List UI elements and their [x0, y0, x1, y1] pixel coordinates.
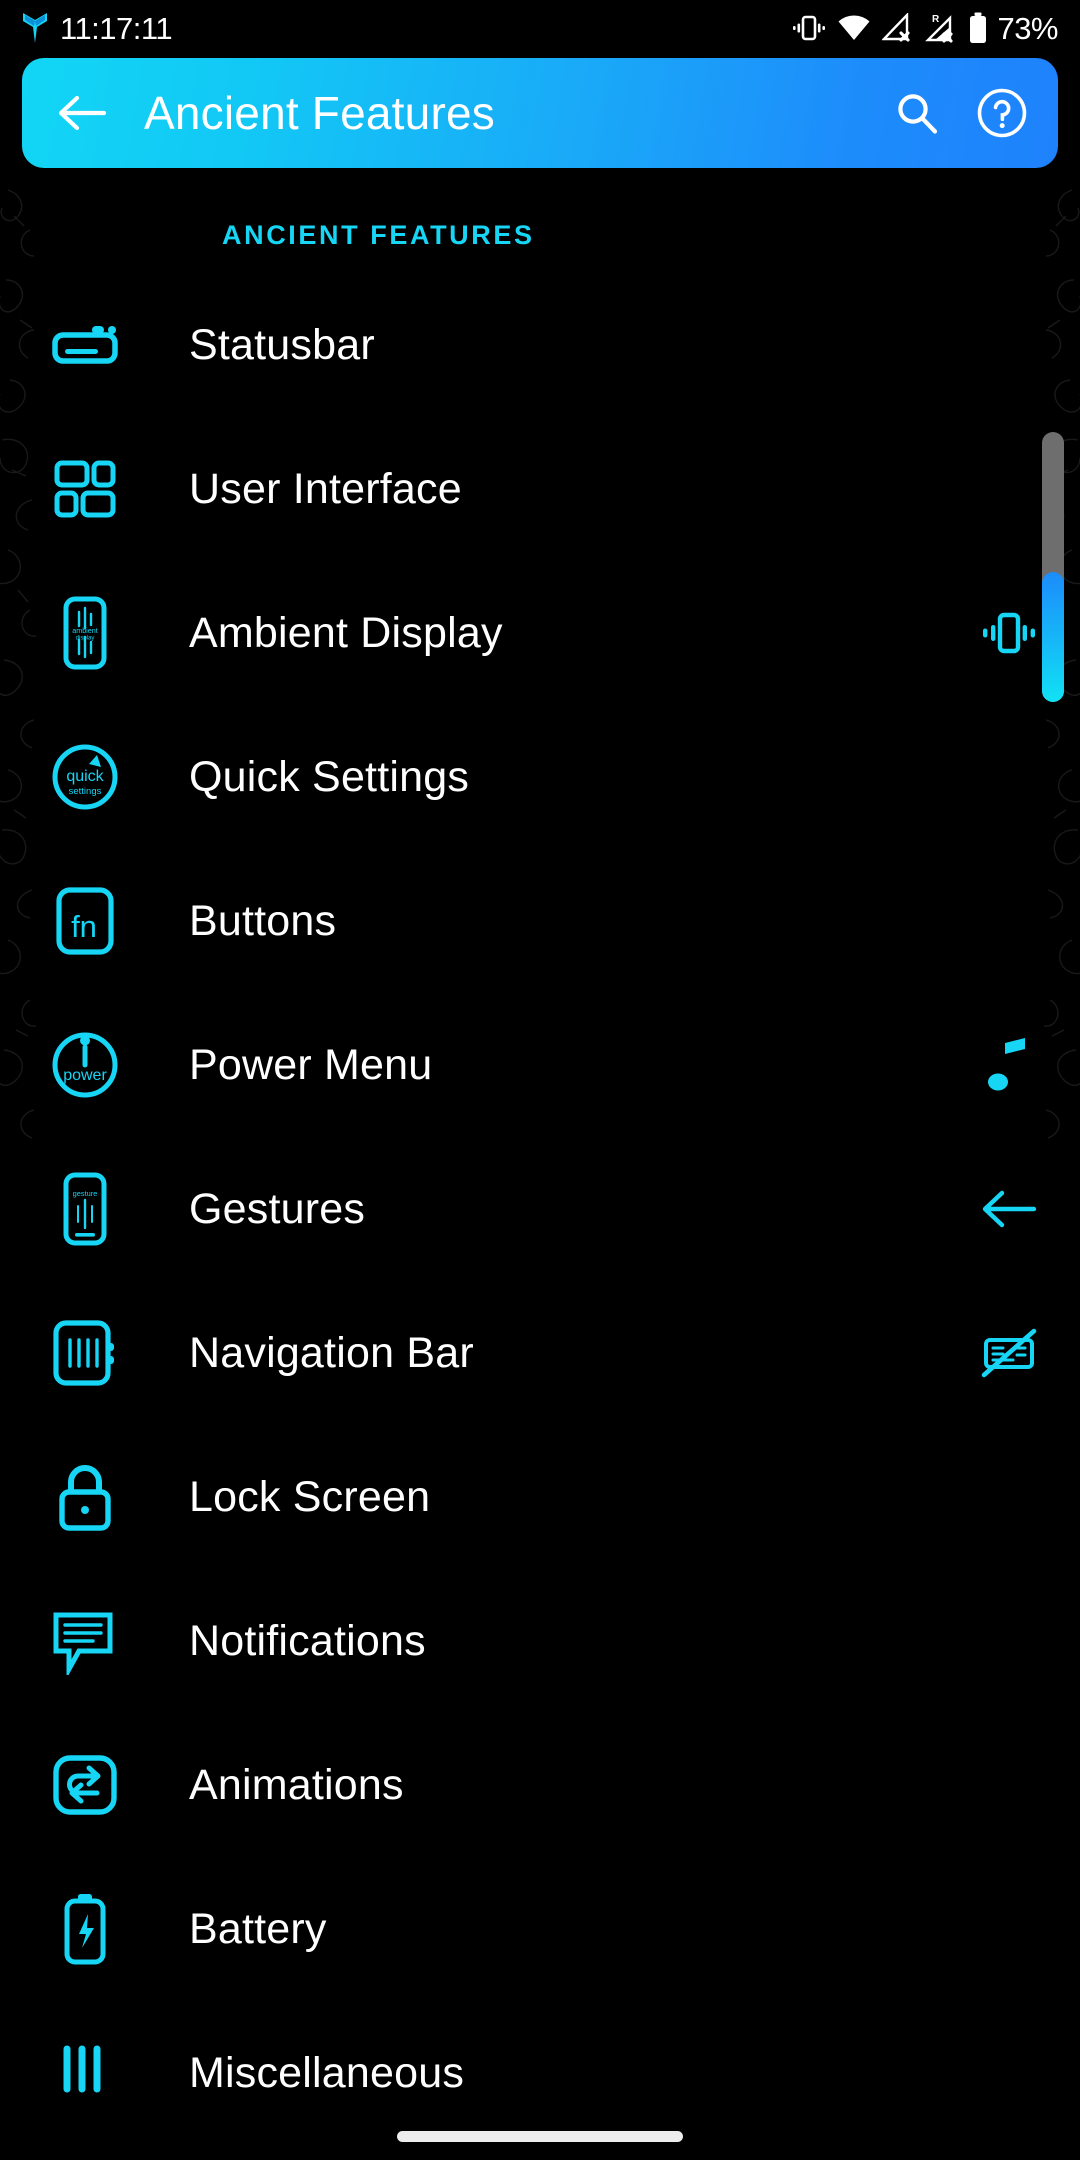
- list-item-label: Gestures: [189, 1184, 366, 1233]
- list-item-power-menu[interactable]: power Power Menu: [0, 993, 1080, 1137]
- svg-text:display: display: [76, 636, 95, 642]
- svg-text:R: R: [932, 14, 940, 25]
- notification-bubble-icon: [47, 1603, 123, 1679]
- svg-text:fn: fn: [71, 909, 97, 944]
- signal-no-service-icon: [882, 13, 911, 42]
- battery-icon: [970, 12, 987, 43]
- miscellaneous-icon: [47, 2035, 123, 2111]
- list-item-notifications[interactable]: Notifications: [0, 1569, 1080, 1713]
- back-arrow-icon: [58, 95, 107, 131]
- page-title: Ancient Features: [144, 87, 495, 139]
- phone-screen: 11:17:11 R 73% Ancient Features ANCIENT …: [0, 0, 1080, 2160]
- list-item-label: Miscellaneous: [189, 2048, 465, 2097]
- list-item-label: Ambient Display: [189, 608, 503, 657]
- ambient-display-icon: ambient display: [47, 595, 123, 671]
- app-logo-icon: [23, 13, 47, 43]
- music-note-icon: [988, 1038, 1025, 1091]
- list-item-navigation-bar[interactable]: Navigation Bar: [0, 1281, 1080, 1425]
- help-circle-icon: [977, 88, 1027, 138]
- list-item-gestures[interactable]: gesture Gestures: [0, 1137, 1080, 1281]
- section-header: ANCIENT FEATURES: [222, 220, 535, 250]
- vibrate-icon: [793, 15, 826, 41]
- list-item-label: User Interface: [189, 464, 462, 513]
- vertical-scrollbar[interactable]: [1042, 432, 1064, 702]
- battery-bolt-icon: [47, 1891, 123, 1967]
- scrollbar-thumb[interactable]: [1042, 572, 1064, 702]
- list-item-statusbar[interactable]: Statusbar: [0, 273, 1080, 417]
- gestures-icon: gesture: [47, 1171, 123, 1247]
- back-arrow-icon: [982, 1190, 1037, 1228]
- row-accessory-vibrate[interactable]: [978, 602, 1040, 664]
- search-button[interactable]: [894, 90, 940, 136]
- list-item-miscellaneous[interactable]: Miscellaneous: [0, 2001, 1080, 2145]
- list-item-user-interface[interactable]: User Interface: [0, 417, 1080, 561]
- settings-list: Statusbar User Interface ambient display…: [0, 273, 1080, 2145]
- svg-text:gesture: gesture: [73, 1189, 98, 1198]
- user-interface-icon: [47, 451, 123, 527]
- power-menu-icon: power: [47, 1027, 123, 1103]
- buttons-fn-key-icon: fn: [47, 883, 123, 959]
- wifi-icon: [838, 15, 870, 40]
- row-accessory-hide-keyboard[interactable]: [978, 1322, 1040, 1384]
- lock-icon: [47, 1459, 123, 1535]
- list-item-label: Notifications: [189, 1616, 426, 1665]
- row-accessory-music[interactable]: [978, 1034, 1040, 1096]
- battery-percent-label: 73%: [997, 10, 1058, 46]
- list-item-label: Buttons: [189, 896, 337, 945]
- hide-keyboard-icon: [981, 1328, 1037, 1378]
- help-button[interactable]: [976, 87, 1028, 139]
- list-item-label: Statusbar: [189, 320, 375, 369]
- list-item-label: Battery: [189, 1904, 327, 1953]
- roaming-signal-no-service-icon: R: [925, 14, 954, 43]
- statusbar-icon: [47, 307, 123, 383]
- status-bar-left: 11:17:11: [20, 10, 173, 46]
- vibrate-icon: [983, 612, 1035, 654]
- list-item-battery[interactable]: Battery: [0, 1857, 1080, 2001]
- animations-icon: [47, 1747, 123, 1823]
- list-item-ambient-display[interactable]: ambient display Ambient Display: [0, 561, 1080, 705]
- list-item-label: Quick Settings: [189, 752, 470, 801]
- status-bar-right: R 73%: [792, 11, 1058, 45]
- list-item-label: Lock Screen: [189, 1472, 431, 1521]
- svg-text:ambient: ambient: [72, 626, 98, 635]
- back-button[interactable]: [56, 92, 108, 134]
- svg-text:power: power: [63, 1067, 107, 1084]
- settings-content: ANCIENT FEATURES Statusbar User Interfac…: [0, 170, 1080, 2160]
- status-bar: 11:17:11 R 73%: [0, 0, 1080, 56]
- svg-text:settings: settings: [69, 786, 102, 797]
- row-accessory-back[interactable]: [978, 1178, 1040, 1240]
- list-item-quick-settings[interactable]: quick settings Quick Settings: [0, 705, 1080, 849]
- list-item-lock-screen[interactable]: Lock Screen: [0, 1425, 1080, 1569]
- list-item-buttons[interactable]: fn Buttons: [0, 849, 1080, 993]
- list-item-label: Power Menu: [189, 1040, 433, 1089]
- navigation-bar-icon: [47, 1315, 123, 1391]
- home-gesture-pill[interactable]: [397, 2131, 683, 2142]
- list-item-animations[interactable]: Animations: [0, 1713, 1080, 1857]
- quick-settings-icon: quick settings: [47, 739, 123, 815]
- app-bar: Ancient Features: [22, 58, 1058, 168]
- list-item-label: Navigation Bar: [189, 1328, 474, 1377]
- svg-text:quick: quick: [66, 768, 104, 785]
- status-bar-clock: 11:17:11: [60, 10, 173, 46]
- list-item-label: Animations: [189, 1760, 404, 1809]
- search-icon: [898, 94, 938, 134]
